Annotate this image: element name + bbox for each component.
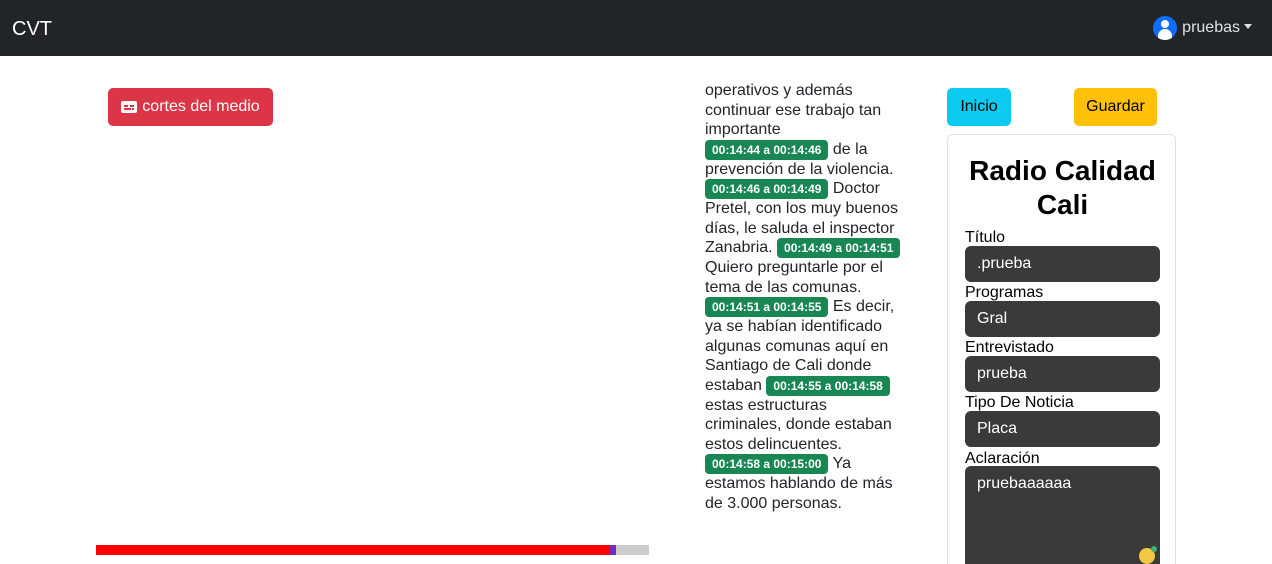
- transcript-segment: Quiero preguntarle por el tema de las co…: [705, 259, 883, 296]
- station-title: Radio Calidad Cali: [969, 155, 1156, 220]
- cortes-del-medio-button[interactable]: cortes del medio: [108, 88, 273, 126]
- aclaracion-value: pruebaaaaaa: [977, 475, 1072, 492]
- entrevistado-label: Entrevistado: [965, 339, 1054, 356]
- titulo-input[interactable]: .prueba: [965, 246, 1160, 282]
- tipo-noticia-select[interactable]: Placa: [965, 411, 1160, 447]
- user-menu-toggle[interactable]: pruebas: [1153, 16, 1252, 40]
- media-progress-bar[interactable]: [96, 545, 649, 555]
- aclaracion-textarea[interactable]: pruebaaaaaa: [965, 466, 1160, 564]
- timestamp-badge[interactable]: 00:14:58 a 00:15:00: [705, 454, 829, 474]
- transcript-text: operativos y además continuar ese trabaj…: [705, 81, 905, 513]
- tipo-noticia-label: Tipo De Noticia: [965, 394, 1074, 411]
- user-circle-icon: [1153, 16, 1178, 40]
- transcript-segment: estas estructuras criminales, donde esta…: [705, 396, 892, 453]
- grammar-assistant-icon[interactable]: [1139, 546, 1157, 564]
- timestamp-badge[interactable]: 00:14:55 a 00:14:58: [766, 375, 890, 396]
- timestamp-badge[interactable]: 00:14:44 a 00:14:46: [705, 139, 829, 160]
- progress-played: [96, 545, 616, 555]
- transcript-panel[interactable]: operativos y además continuar ese trabaj…: [705, 56, 910, 564]
- progress-handle[interactable]: [610, 545, 616, 555]
- programas-select[interactable]: Gral: [965, 301, 1160, 337]
- timestamp-badge[interactable]: 00:14:49 a 00:14:51: [777, 238, 901, 258]
- cortes-button-label: cortes del medio: [142, 98, 260, 115]
- programas-label: Programas: [965, 284, 1044, 301]
- brand-logo[interactable]: CVT: [12, 17, 52, 41]
- timestamp-badge[interactable]: 00:14:51 a 00:14:55: [705, 297, 829, 317]
- top-navbar: CVT pruebas: [0, 0, 1272, 56]
- username-label: pruebas: [1182, 19, 1240, 36]
- caret-down-icon: [1244, 24, 1252, 29]
- closed-captions-icon: [121, 101, 138, 113]
- metadata-form-card: Radio Calidad Cali Título .prueba Progra…: [947, 134, 1176, 564]
- timestamp-badge[interactable]: 00:14:46 a 00:14:49: [705, 179, 829, 199]
- titulo-label: Título: [965, 229, 1006, 246]
- entrevistado-input[interactable]: prueba: [965, 356, 1160, 392]
- inicio-button[interactable]: Inicio: [947, 88, 1011, 126]
- transcript-intro: operativos y además continuar ese trabaj…: [705, 82, 882, 138]
- guardar-button[interactable]: Guardar: [1074, 88, 1157, 126]
